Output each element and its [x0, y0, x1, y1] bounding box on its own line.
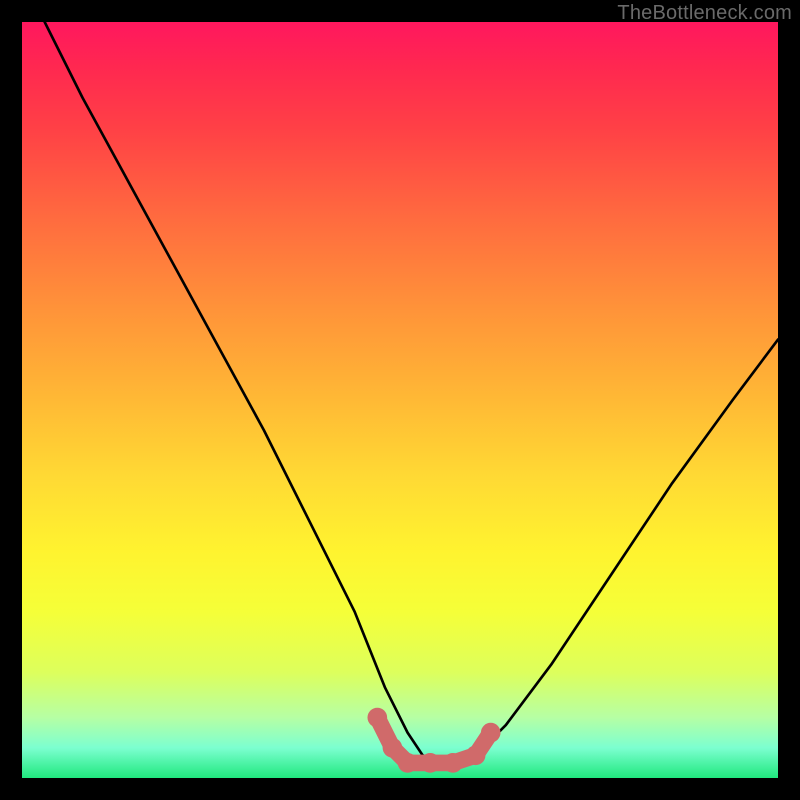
chart-svg [22, 22, 778, 778]
chart-frame: TheBottleneck.com [0, 0, 800, 800]
highlight-dot [420, 753, 440, 773]
highlight-dot [367, 708, 387, 728]
plot-area [22, 22, 778, 778]
highlight-dot [466, 745, 486, 765]
series-bottleneck-curve [45, 22, 778, 763]
highlight-dot [481, 723, 501, 743]
highlight-dot [443, 753, 463, 773]
highlight-dot [383, 738, 403, 758]
highlight-dot [398, 753, 418, 773]
watermark-text: TheBottleneck.com [617, 2, 792, 25]
series-group [45, 22, 778, 773]
